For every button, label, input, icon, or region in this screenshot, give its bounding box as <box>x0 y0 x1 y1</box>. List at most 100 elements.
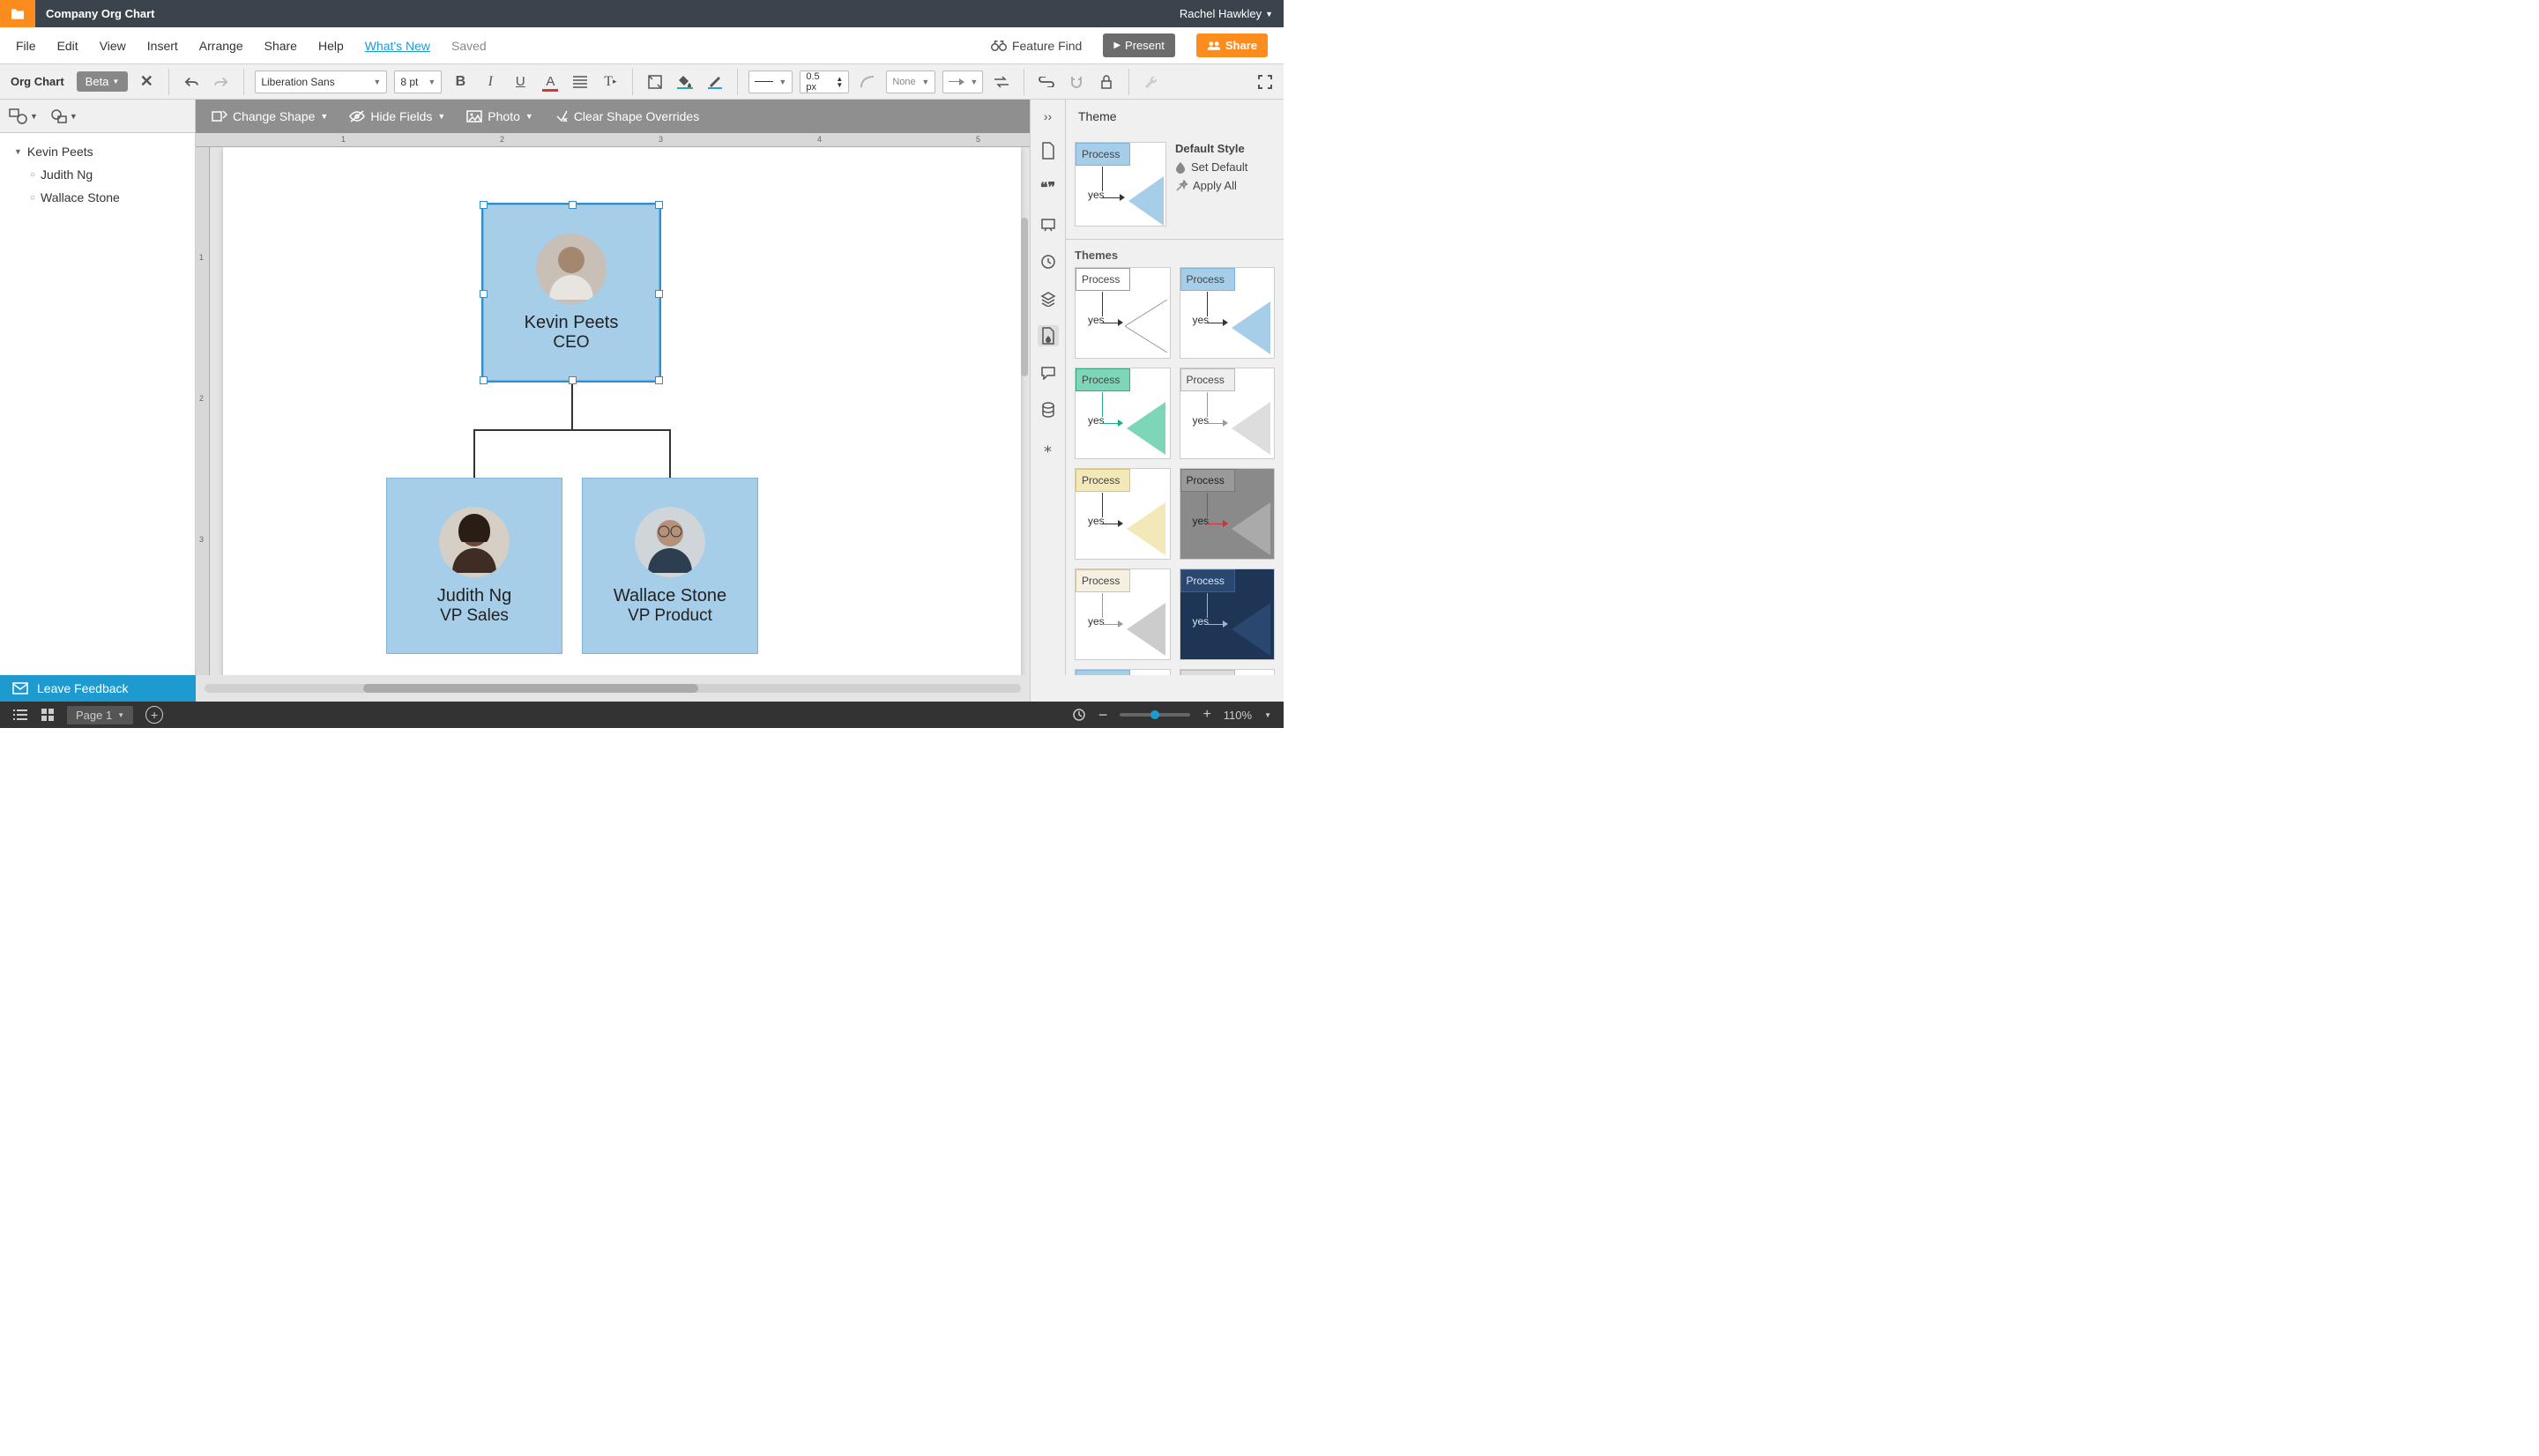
text-align-button[interactable] <box>569 71 592 93</box>
menu-insert[interactable]: Insert <box>147 39 178 53</box>
page-selector[interactable]: Page 1 ▼ <box>67 706 133 724</box>
list-view-icon[interactable] <box>12 709 28 721</box>
line-width-select[interactable]: 0.5 px ▲▼ <box>800 71 849 93</box>
resize-handle[interactable] <box>480 290 488 298</box>
fullscreen-button[interactable] <box>1254 71 1277 93</box>
theme-swatch[interactable]: Process yes <box>1075 267 1171 359</box>
app-logo[interactable] <box>0 0 35 27</box>
undo-button[interactable] <box>180 71 203 93</box>
menu-file[interactable]: File <box>16 39 36 53</box>
outline-child[interactable]: ○ Wallace Stone <box>0 186 195 209</box>
resize-handle[interactable] <box>480 201 488 209</box>
document-title[interactable]: Company Org Chart <box>46 7 1180 20</box>
theme-swatch[interactable]: Process yes <box>1075 568 1171 660</box>
resize-handle[interactable] <box>655 290 663 298</box>
set-default-button[interactable]: Set Default <box>1175 160 1275 174</box>
tab-theme-icon[interactable] <box>1038 325 1059 346</box>
wrench-button[interactable] <box>1140 71 1163 93</box>
tab-comments-icon[interactable]: ❝❞ <box>1038 177 1059 198</box>
link-button[interactable] <box>1035 71 1058 93</box>
menu-edit[interactable]: Edit <box>57 39 78 53</box>
close-context-button[interactable]: ✕ <box>135 71 158 93</box>
redo-button[interactable] <box>210 71 233 93</box>
underline-button[interactable]: U <box>509 71 532 93</box>
text-options-button[interactable]: T▸ <box>599 71 622 93</box>
outline-root[interactable]: ▼ Kevin Peets <box>0 140 195 163</box>
border-color-button[interactable] <box>704 71 726 93</box>
zoom-out-button[interactable]: − <box>1098 706 1108 724</box>
change-shape-button[interactable]: Change Shape ▼ <box>203 104 337 129</box>
connector[interactable] <box>473 429 671 431</box>
resize-handle[interactable] <box>655 201 663 209</box>
tab-history-icon[interactable] <box>1038 251 1059 272</box>
tab-slides-icon[interactable] <box>1038 214 1059 235</box>
theme-swatch[interactable]: Process yes <box>1180 468 1276 560</box>
photo-button[interactable]: Photo ▼ <box>458 104 542 129</box>
zoom-level[interactable]: 110% <box>1224 709 1252 722</box>
hide-fields-button[interactable]: Hide Fields ▼ <box>340 104 454 129</box>
line-end-select[interactable]: ▼ <box>942 71 983 93</box>
menu-share[interactable]: Share <box>264 39 297 53</box>
lock-button[interactable] <box>1095 71 1118 93</box>
shape-library-tool[interactable]: ▼ <box>50 108 78 124</box>
connector[interactable] <box>473 429 475 478</box>
line-start-select[interactable]: None ▼ <box>886 71 935 93</box>
theme-swatch[interactable]: Process yes <box>1180 568 1276 660</box>
resize-handle[interactable] <box>480 376 488 384</box>
page[interactable]: Kevin Peets CEO <box>223 147 1021 675</box>
fill-color-button[interactable] <box>674 71 696 93</box>
bold-button[interactable]: B <box>449 71 472 93</box>
grid-view-icon[interactable] <box>41 708 55 722</box>
resize-handle[interactable] <box>655 376 663 384</box>
connector[interactable] <box>571 381 573 429</box>
feature-find[interactable]: Feature Find <box>991 39 1082 53</box>
tab-actions-icon[interactable]: ⁎ <box>1038 436 1059 457</box>
text-color-button[interactable]: A <box>539 71 562 93</box>
menu-arrange[interactable]: Arrange <box>199 39 243 53</box>
zoom-in-button[interactable]: + <box>1202 707 1210 723</box>
tab-layers-icon[interactable] <box>1038 288 1059 309</box>
vertical-scrollbar[interactable] <box>1021 218 1028 376</box>
org-node-vp-product[interactable]: Wallace Stone VP Product <box>582 478 758 654</box>
tab-chat-icon[interactable] <box>1038 362 1059 383</box>
theme-swatch[interactable]: Process yes <box>1180 267 1276 359</box>
org-node-vp-sales[interactable]: Judith Ng VP Sales <box>386 478 562 654</box>
outline-child[interactable]: ○ Judith Ng <box>0 163 195 186</box>
theme-swatch[interactable]: Process yes <box>1075 468 1171 560</box>
user-menu[interactable]: Rachel Hawkley ▼ <box>1180 7 1273 20</box>
menu-whats-new[interactable]: What's New <box>365 39 430 53</box>
zoom-slider[interactable] <box>1120 713 1190 717</box>
menu-help[interactable]: Help <box>318 39 344 53</box>
line-style-select[interactable]: ▼ <box>748 71 793 93</box>
swap-ends-button[interactable] <box>990 71 1013 93</box>
beta-badge[interactable]: Beta ▼ <box>77 71 129 92</box>
font-family-select[interactable]: Liberation Sans ▼ <box>255 71 387 93</box>
feedback-button[interactable]: Leave Feedback <box>0 675 196 702</box>
tab-data-icon[interactable] <box>1038 399 1059 420</box>
share-button[interactable]: Share <box>1196 33 1268 57</box>
collapse-right-panel-button[interactable]: ›› <box>1030 100 1065 133</box>
add-page-button[interactable]: + <box>145 706 163 724</box>
canvas[interactable]: Kevin Peets CEO <box>210 147 1030 675</box>
apply-all-button[interactable]: Apply All <box>1175 179 1275 192</box>
present-button[interactable]: ▶ Present <box>1103 33 1175 57</box>
theme-swatch[interactable]: Process <box>1075 669 1171 675</box>
resize-handle[interactable] <box>569 376 577 384</box>
theme-swatch[interactable]: Process yes <box>1075 368 1171 459</box>
clear-overrides-button[interactable]: Clear Shape Overrides <box>546 104 708 129</box>
menu-view[interactable]: View <box>100 39 126 53</box>
theme-swatch[interactable]: Process <box>1180 669 1276 675</box>
add-shape-tool[interactable]: ▼ <box>9 108 38 124</box>
italic-button[interactable]: I <box>479 71 502 93</box>
horizontal-scrollbar[interactable] <box>205 684 1021 693</box>
line-shape-button[interactable] <box>856 71 879 93</box>
connector[interactable] <box>669 429 671 478</box>
shape-size-button[interactable] <box>644 71 666 93</box>
font-size-select[interactable]: 8 pt ▼ <box>394 71 442 93</box>
org-node-ceo[interactable]: Kevin Peets CEO <box>483 204 659 381</box>
resize-handle[interactable] <box>569 201 577 209</box>
theme-swatch[interactable]: Process yes <box>1180 368 1276 459</box>
magnet-button[interactable] <box>1065 71 1088 93</box>
sync-icon[interactable] <box>1072 708 1086 722</box>
tab-page-icon[interactable] <box>1038 140 1059 161</box>
